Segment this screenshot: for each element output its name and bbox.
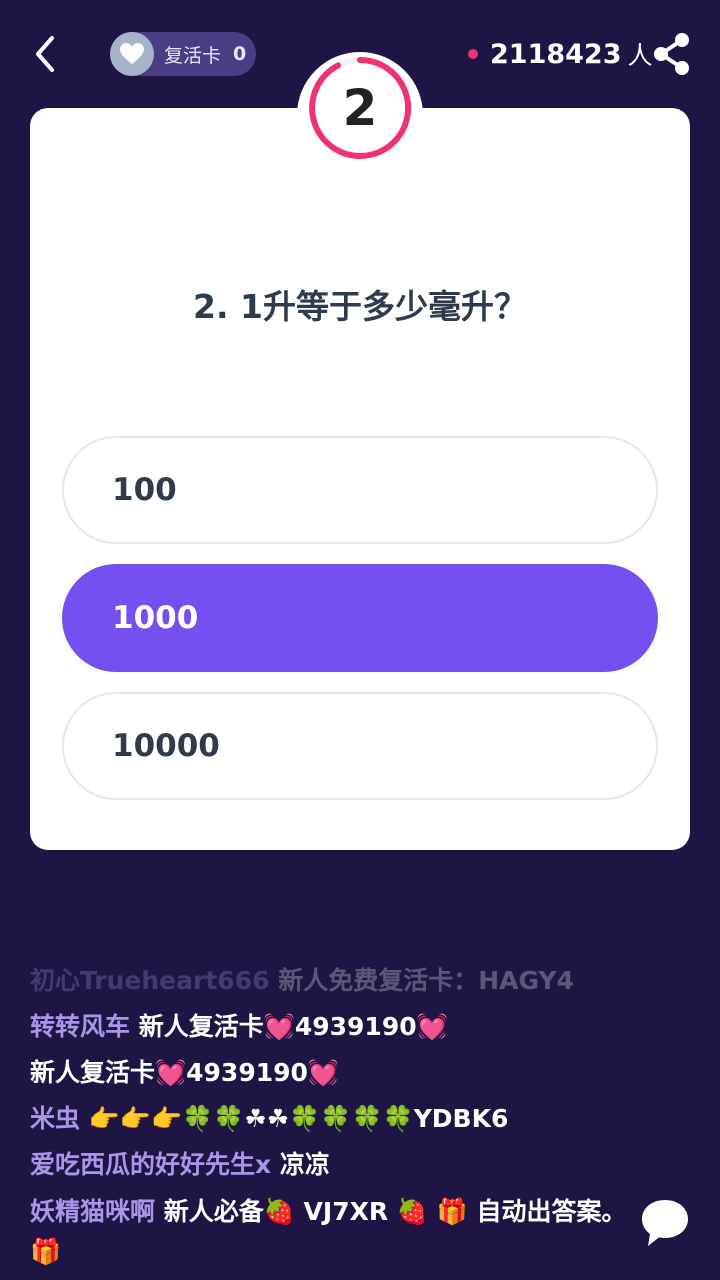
- comment-item: 爱吃西瓜的好好先生x 凉凉: [30, 1142, 630, 1188]
- back-button[interactable]: [30, 34, 66, 74]
- comment-user: 爱吃西瓜的好好先生x: [30, 1150, 272, 1179]
- question-text: 2. 1升等于多少毫升？: [193, 287, 527, 326]
- answer-option-c[interactable]: 10000: [62, 692, 658, 800]
- comment-item: 米虫 👉👉👉🍀🍀☘☘🍀🍀🍀🍀YDBK6: [30, 1096, 630, 1142]
- comment-text: 新人复活卡💓4939190💓: [130, 1012, 448, 1041]
- chat-button[interactable]: [638, 1196, 692, 1250]
- comment-user: 转转风车: [30, 1012, 131, 1041]
- comment-text: 新人复活卡💓4939190💓: [30, 1058, 340, 1087]
- answer-option-a[interactable]: 100: [62, 436, 658, 544]
- comment-item: 转转风车 新人复活卡💓4939190💓: [30, 1004, 630, 1050]
- comment-feed: 初心Trueheart666 新人免费复活卡：HAGY4 转转风车 新人复活卡💓…: [30, 958, 630, 1272]
- comment-item: 初心Trueheart666 新人免费复活卡：HAGY4: [30, 958, 630, 1004]
- revive-card-badge[interactable]: 复活卡 0: [110, 32, 256, 76]
- revive-card-count: 0: [233, 43, 247, 65]
- online-count: 2118423 人: [468, 34, 653, 74]
- question-number: 2: [342, 79, 378, 137]
- comment-text: 凉凉: [271, 1150, 330, 1179]
- share-button[interactable]: [650, 30, 694, 78]
- answer-option-b[interactable]: 1000: [62, 564, 658, 672]
- online-count-value: 2118423: [490, 38, 622, 70]
- comment-item: 妖精猫咪啊 新人必备🍓 VJ7XR 🍓 🎁 自动出答案。🎁: [30, 1192, 630, 1272]
- comment-item: 新人复活卡💓4939190💓: [30, 1050, 630, 1096]
- comment-text: 👉👉👉🍀🍀☘☘🍀🍀🍀🍀YDBK6: [80, 1104, 509, 1133]
- heart-icon: [110, 32, 154, 76]
- live-dot: [468, 49, 478, 59]
- revive-card-label: 复活卡: [164, 44, 222, 67]
- comment-user: 妖精猫咪啊: [30, 1197, 156, 1226]
- comment-user: 初心Trueheart666: [30, 966, 270, 995]
- comment-user: 米虫: [30, 1104, 81, 1133]
- share-icon: [654, 33, 689, 75]
- comment-text: 新人免费复活卡：HAGY4: [269, 966, 574, 995]
- online-count-unit: 人: [627, 41, 653, 70]
- back-icon: [36, 36, 54, 72]
- chat-bubble-icon: [642, 1200, 688, 1246]
